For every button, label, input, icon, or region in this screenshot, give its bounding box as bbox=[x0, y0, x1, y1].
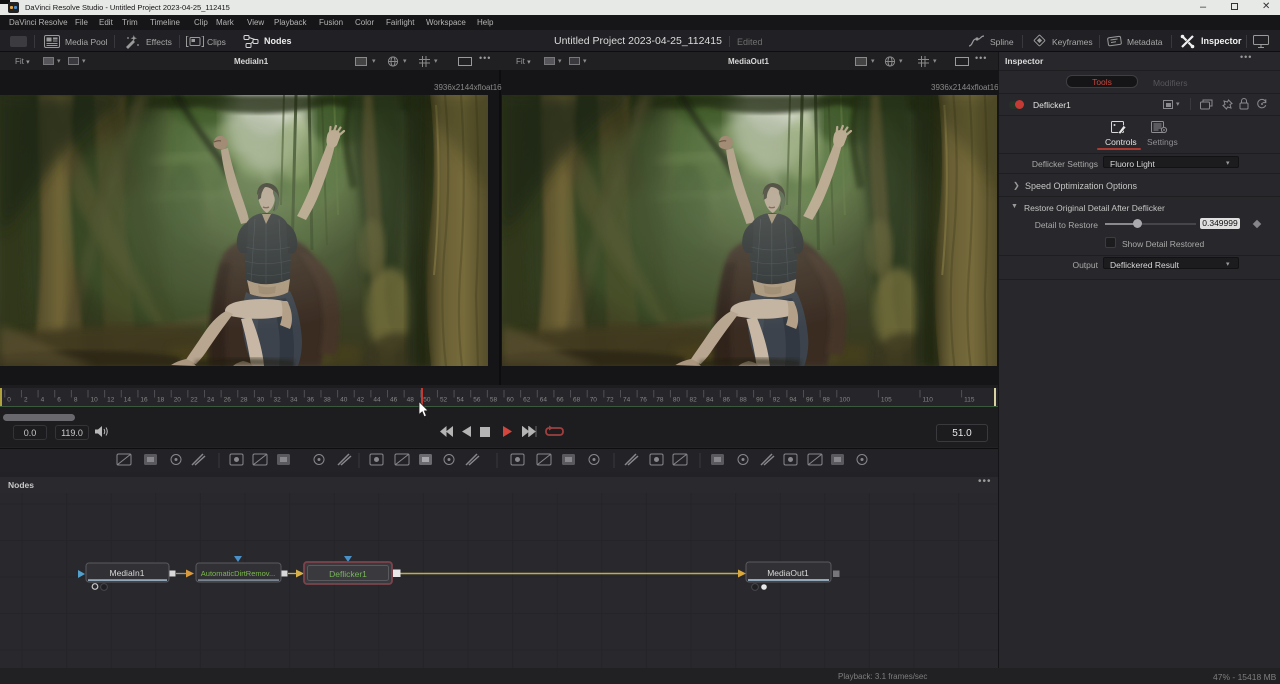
svg-text:Deflicker1: Deflicker1 bbox=[329, 569, 367, 579]
svg-text:2: 2 bbox=[24, 397, 28, 404]
svg-text:34: 34 bbox=[290, 397, 298, 404]
svg-text:58: 58 bbox=[490, 397, 498, 404]
svg-text:52: 52 bbox=[440, 397, 448, 404]
svg-text:84: 84 bbox=[706, 397, 714, 404]
svg-text:76: 76 bbox=[640, 397, 648, 404]
svg-text:54: 54 bbox=[457, 397, 465, 404]
svg-text:42: 42 bbox=[357, 397, 365, 404]
svg-text:74: 74 bbox=[623, 397, 631, 404]
svg-text:115: 115 bbox=[964, 397, 975, 404]
svg-text:90: 90 bbox=[756, 397, 764, 404]
svg-text:56: 56 bbox=[473, 397, 481, 404]
svg-text:68: 68 bbox=[573, 397, 581, 404]
svg-text:64: 64 bbox=[540, 397, 548, 404]
svg-text:AutomaticDirtRemov...: AutomaticDirtRemov... bbox=[201, 569, 275, 578]
svg-text:72: 72 bbox=[606, 397, 614, 404]
svg-text:60: 60 bbox=[507, 397, 515, 404]
svg-text:100: 100 bbox=[839, 397, 850, 404]
svg-text:6: 6 bbox=[57, 397, 61, 404]
svg-text:70: 70 bbox=[590, 397, 598, 404]
svg-text:28: 28 bbox=[240, 397, 248, 404]
svg-text:80: 80 bbox=[673, 397, 681, 404]
svg-text:32: 32 bbox=[274, 397, 282, 404]
svg-text:86: 86 bbox=[723, 397, 731, 404]
svg-text:96: 96 bbox=[806, 397, 814, 404]
svg-text:82: 82 bbox=[690, 397, 698, 404]
svg-text:36: 36 bbox=[307, 397, 315, 404]
svg-text:MediaOut1: MediaOut1 bbox=[767, 568, 809, 578]
svg-text:4: 4 bbox=[41, 397, 45, 404]
svg-text:0: 0 bbox=[7, 397, 11, 404]
svg-text:66: 66 bbox=[556, 397, 564, 404]
svg-text:10: 10 bbox=[91, 397, 99, 404]
svg-text:18: 18 bbox=[157, 397, 165, 404]
svg-text:92: 92 bbox=[773, 397, 781, 404]
svg-text:40: 40 bbox=[340, 397, 348, 404]
svg-text:16: 16 bbox=[140, 397, 148, 404]
svg-text:20: 20 bbox=[174, 397, 182, 404]
svg-text:14: 14 bbox=[124, 397, 132, 404]
svg-text:44: 44 bbox=[373, 397, 381, 404]
svg-text:46: 46 bbox=[390, 397, 398, 404]
svg-text:22: 22 bbox=[190, 397, 198, 404]
svg-text:26: 26 bbox=[224, 397, 232, 404]
svg-text:78: 78 bbox=[656, 397, 664, 404]
svg-text:62: 62 bbox=[523, 397, 531, 404]
svg-text:24: 24 bbox=[207, 397, 215, 404]
svg-text:MediaIn1: MediaIn1 bbox=[110, 568, 145, 578]
svg-text:88: 88 bbox=[739, 397, 747, 404]
svg-text:38: 38 bbox=[323, 397, 331, 404]
svg-text:110: 110 bbox=[923, 397, 934, 404]
svg-text:12: 12 bbox=[107, 397, 115, 404]
svg-text:48: 48 bbox=[407, 397, 415, 404]
svg-text:30: 30 bbox=[257, 397, 265, 404]
svg-text:8: 8 bbox=[74, 397, 78, 404]
svg-text:94: 94 bbox=[789, 397, 797, 404]
svg-text:105: 105 bbox=[881, 397, 892, 404]
svg-text:98: 98 bbox=[823, 397, 831, 404]
